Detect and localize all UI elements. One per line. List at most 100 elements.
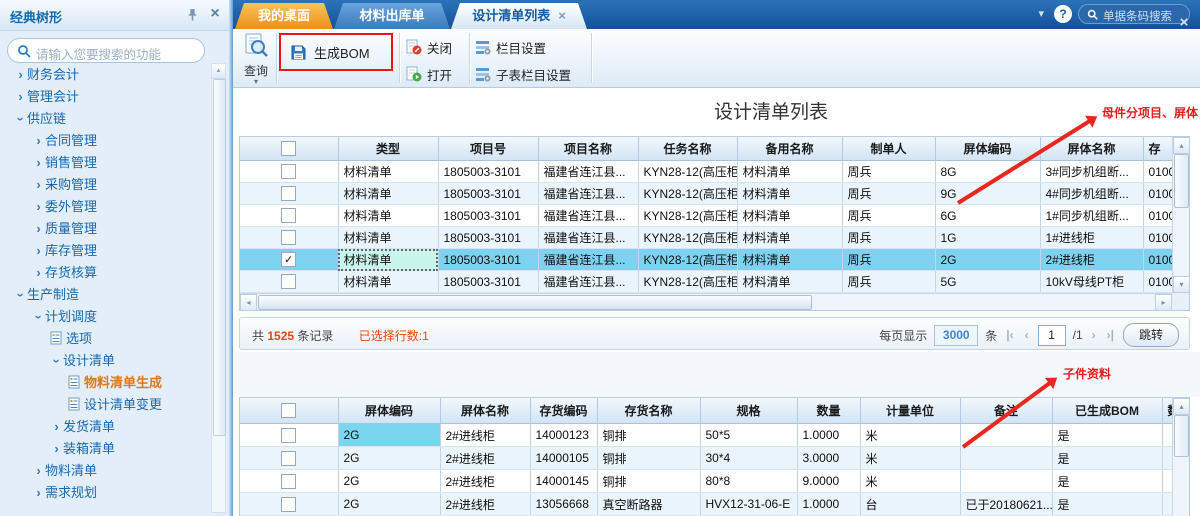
open-button[interactable]: 打开 — [406, 62, 452, 86]
cell-inventory[interactable]: 010008 — [1143, 227, 1172, 249]
cell-panel-name[interactable]: 2#进线柜 — [440, 447, 530, 470]
tree-item-manufacturing[interactable]: ›生产制造 — [2, 284, 210, 306]
cell-project-no[interactable]: 1805003-3101 — [438, 161, 538, 183]
tab-close-icon[interactable]: × — [558, 8, 566, 23]
row-checkbox-checked[interactable]: ✓ — [281, 252, 296, 267]
cell-project-name[interactable]: 福建省连江县... — [538, 205, 638, 227]
scroll-up-icon[interactable]: ▴ — [1173, 398, 1190, 415]
tree-item-design-list[interactable]: ›设计清单 — [2, 350, 210, 372]
table-row[interactable]: 材料清单 1805003-3101 福建省连江县... KYN28-12(高压柜… — [240, 205, 1172, 227]
page-number-input[interactable]: 1 — [1038, 325, 1066, 346]
cell-type[interactable]: 材料清单 — [338, 227, 438, 249]
cell-panel-name[interactable]: 1#同步机组断... — [1040, 205, 1143, 227]
row-select-cell[interactable] — [240, 424, 338, 447]
cell-clipped[interactable] — [1162, 493, 1172, 516]
cell-panel-name[interactable]: 2#进线柜 — [440, 424, 530, 447]
row-checkbox[interactable] — [281, 230, 296, 245]
cell-type-focused[interactable]: 材料清单 — [338, 249, 438, 271]
column-settings-button[interactable]: 栏目设置 — [475, 35, 546, 59]
cell-project-no[interactable]: 1805003-3101 — [438, 183, 538, 205]
cell-qty[interactable]: 9.0000 — [797, 470, 860, 493]
col-panel-code[interactable]: 屏体编码 — [338, 398, 440, 424]
col-alias[interactable]: 备用名称 — [737, 137, 842, 161]
help-icon[interactable]: ? — [1054, 5, 1072, 23]
cell-inv-name[interactable]: 真空断路器 — [597, 493, 700, 516]
cell-alias[interactable]: 材料清单 — [737, 183, 842, 205]
cell-qty[interactable]: 3.0000 — [797, 447, 860, 470]
row-select-cell[interactable] — [240, 205, 338, 227]
table-row[interactable]: 材料清单 1805003-3101 福建省连江县... KYN28-12(高压柜… — [240, 183, 1172, 205]
cell-panel-code[interactable]: 2G — [935, 249, 1040, 271]
cell-alias[interactable]: 材料清单 — [737, 205, 842, 227]
cell-spec[interactable]: 80*8 — [700, 470, 797, 493]
col-project-no[interactable]: 项目号 — [438, 137, 538, 161]
tree-item-outsourcing[interactable]: ›委外管理 — [2, 196, 210, 218]
cell-project-no[interactable]: 1805003-3101 — [438, 271, 538, 293]
tree-item-packing-list[interactable]: ›装箱清单 — [2, 438, 210, 460]
cell-panel-code[interactable]: 2G — [338, 447, 440, 470]
col-remark[interactable]: 备注 — [960, 398, 1052, 424]
vertical-scrollbar[interactable]: ▴ — [1172, 398, 1189, 516]
row-checkbox[interactable] — [281, 208, 296, 223]
cell-panel-code[interactable]: 5G — [935, 271, 1040, 293]
cell-alias[interactable]: 材料清单 — [737, 249, 842, 271]
row-select-cell[interactable] — [240, 227, 338, 249]
cell-project-no[interactable]: 1805003-3101 — [438, 249, 538, 271]
tree-item-mgmt-accounting[interactable]: ›管理会计 — [2, 86, 210, 108]
cell-creator[interactable]: 周兵 — [842, 249, 935, 271]
select-all-cell[interactable] — [240, 137, 338, 161]
cell-task-name[interactable]: KYN28-12(高压柜) — [638, 271, 737, 293]
col-type[interactable]: 类型 — [338, 137, 438, 161]
cell-inv-code[interactable]: 14000105 — [530, 447, 597, 470]
row-select-cell[interactable] — [240, 493, 338, 516]
cell-inventory[interactable]: 010008 — [1143, 205, 1172, 227]
cell-creator[interactable]: 周兵 — [842, 183, 935, 205]
cell-panel-code[interactable]: 2G — [338, 493, 440, 516]
cell-spec[interactable]: 50*5 — [700, 424, 797, 447]
tab-my-desktop[interactable]: 我的桌面 — [235, 3, 333, 29]
cell-creator[interactable]: 周兵 — [842, 161, 935, 183]
tree-item-plan-scheduling[interactable]: ›计划调度 — [2, 306, 210, 328]
cell-inv-code[interactable]: 13056668 — [530, 493, 597, 516]
cell-project-name[interactable]: 福建省连江县... — [538, 271, 638, 293]
tab-design-list-active[interactable]: 设计清单列表× — [451, 3, 587, 29]
cell-creator[interactable]: 周兵 — [842, 271, 935, 293]
cell-panel-code-highlighted[interactable]: 2G — [338, 424, 440, 447]
row-checkbox[interactable] — [281, 274, 296, 289]
tree-item-contract[interactable]: ›合同管理 — [2, 130, 210, 152]
cell-inventory[interactable]: 010008 — [1143, 249, 1172, 271]
cell-panel-name[interactable]: 2#进线柜 — [440, 493, 530, 516]
cell-panel-name[interactable]: 2#进线柜 — [440, 470, 530, 493]
sidebar-search-input[interactable]: 请输入您要搜索的功能 — [7, 38, 205, 63]
table-row[interactable]: 材料清单 1805003-3101 福建省连江县... KYN28-12(高压柜… — [240, 227, 1172, 249]
cell-remark[interactable] — [960, 470, 1052, 493]
cell-panel-name[interactable]: 2#进线柜 — [1040, 249, 1143, 271]
table-row[interactable]: 2G 2#进线柜 14000145 铜排 80*8 9.0000 米 是 — [240, 470, 1172, 493]
table-row-selected[interactable]: ✓ 材料清单 1805003-3101 福建省连江县... KYN28-12(高… — [240, 249, 1172, 271]
cell-task-name[interactable]: KYN28-12(高压柜) — [638, 205, 737, 227]
tree-item-design-list-change[interactable]: 设计清单变更 — [2, 394, 210, 416]
cell-alias[interactable]: 材料清单 — [737, 271, 842, 293]
cell-unit[interactable]: 米 — [860, 470, 960, 493]
cell-type[interactable]: 材料清单 — [338, 271, 438, 293]
cell-project-name[interactable]: 福建省连江县... — [538, 249, 638, 271]
tree-item-supply-chain[interactable]: ›供应链 — [2, 108, 210, 130]
select-all-checkbox[interactable] — [281, 141, 296, 156]
scrollbar-thumb[interactable] — [1174, 154, 1189, 208]
row-checkbox[interactable] — [281, 164, 296, 179]
row-select-cell[interactable] — [240, 470, 338, 493]
cell-clipped[interactable] — [1162, 470, 1172, 493]
tree-item-options[interactable]: 选项 — [2, 328, 210, 350]
sidebar-close-icon[interactable]: × — [206, 4, 224, 24]
pane-close-icon[interactable]: × — [1176, 15, 1192, 31]
cell-project-no[interactable]: 1805003-3101 — [438, 205, 538, 227]
scrollbar-thumb[interactable] — [1174, 415, 1189, 457]
cell-unit[interactable]: 台 — [860, 493, 960, 516]
tree-item-shipping-list[interactable]: ›发货清单 — [2, 416, 210, 438]
col-spec[interactable]: 规格 — [700, 398, 797, 424]
close-button[interactable]: 关闭 — [406, 35, 452, 59]
scroll-up-icon[interactable]: ▴ — [212, 64, 225, 79]
select-all-checkbox[interactable] — [281, 403, 296, 418]
tree-item-quality[interactable]: ›质量管理 — [2, 218, 210, 240]
vertical-scrollbar[interactable]: ▴ ▾ — [1172, 137, 1189, 293]
